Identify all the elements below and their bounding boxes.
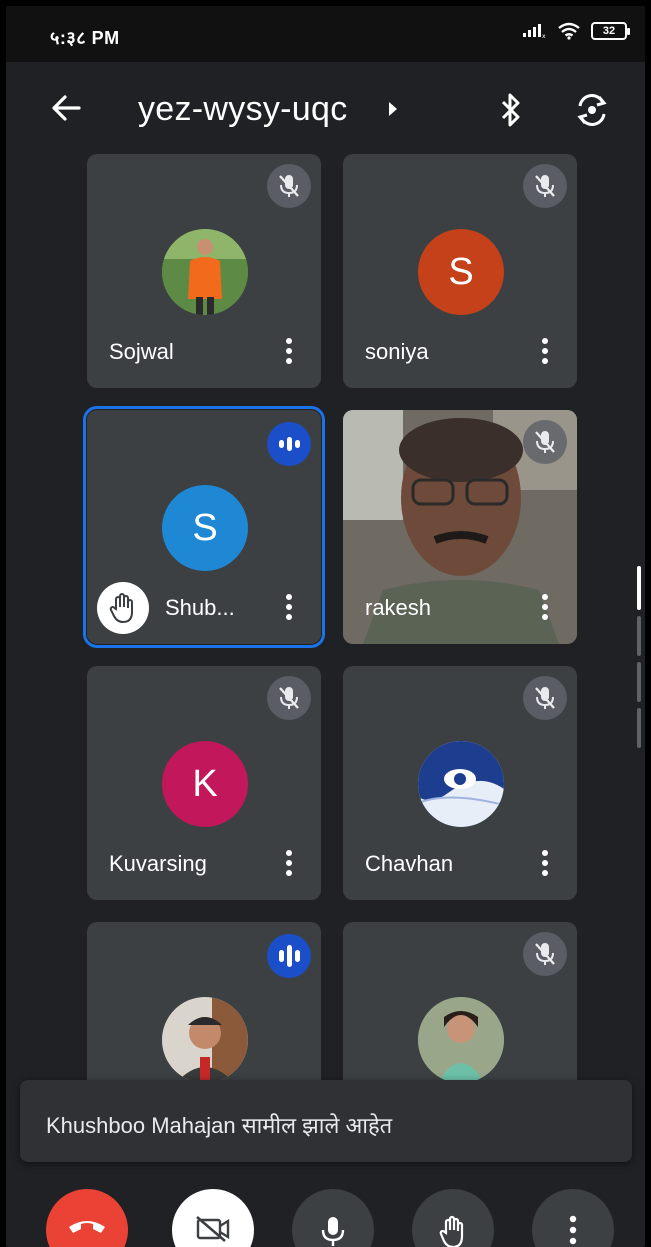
speaking-indicator-icon [267, 934, 311, 978]
mic-off-icon [535, 175, 555, 197]
avatar: K [162, 741, 248, 827]
mic-off-badge [523, 676, 567, 720]
participant-photo [418, 997, 504, 1083]
caret-right-icon[interactable] [389, 102, 397, 116]
meeting-code-title[interactable]: yez-wysy-uqc [138, 90, 348, 129]
switch-camera-icon [577, 94, 607, 126]
mic-off-badge [523, 932, 567, 976]
avatar-letter: S [448, 250, 474, 293]
raised-hand-icon [439, 1215, 464, 1247]
more-options-button[interactable] [532, 1189, 614, 1247]
raised-hand-badge [97, 582, 149, 634]
status-icons: x 32 [523, 22, 630, 40]
scrollbar-thumb[interactable] [637, 566, 641, 610]
status-bar: ५:३८ PM x 32 [6, 6, 645, 62]
battery-level: 32 [602, 25, 616, 37]
avatar [162, 229, 248, 315]
avatar [418, 997, 504, 1083]
more-vert-icon [569, 1215, 577, 1245]
bluetooth-audio-button[interactable] [496, 90, 526, 130]
mic-off-icon [535, 687, 555, 709]
participant-tile-active[interactable]: S Shub... [83, 406, 325, 648]
participant-name: Kuvarsing [109, 851, 207, 876]
scrollbar-segment [637, 708, 641, 748]
more-options-button[interactable] [537, 846, 553, 880]
participant-name: Shub... [165, 595, 235, 620]
raise-hand-button[interactable] [412, 1189, 494, 1247]
participant-name: rakesh [365, 595, 432, 620]
mic-off-icon [279, 687, 299, 709]
mic-off-badge [523, 420, 567, 464]
meeting-header: yez-wysy-uqc [6, 62, 645, 154]
battery-icon: 32 [591, 22, 630, 40]
meet-screen: ५:३८ PM x 32 yez-wysy-uqc Sojwal S soniy… [6, 6, 645, 1247]
bluetooth-icon [501, 93, 520, 127]
avatar [418, 741, 504, 827]
mic-off-icon [535, 431, 555, 453]
camera-off-icon [196, 1216, 230, 1242]
microphone-icon [321, 1217, 345, 1246]
mic-off-badge [267, 164, 311, 208]
participant-photo [162, 229, 248, 315]
mic-off-icon [535, 943, 555, 965]
avatar-letter: K [192, 762, 218, 805]
speaking-indicator-icon [267, 422, 311, 466]
svg-text:x: x [542, 33, 546, 39]
more-options-button[interactable] [281, 846, 297, 880]
participant-tile[interactable]: Chavhan [343, 666, 577, 900]
avatar: S [418, 229, 504, 315]
switch-camera-button[interactable] [572, 90, 612, 130]
avatar: S [162, 485, 248, 571]
more-options-button[interactable] [537, 590, 553, 624]
toast-message: Khushboo Mahajan सामील झाले आहेत [46, 1113, 393, 1138]
participant-name: Chavhan [365, 851, 454, 876]
participant-tile-video[interactable]: rakesh [343, 410, 577, 644]
hang-up-icon [69, 1221, 105, 1233]
eye-logo-image [418, 741, 504, 827]
participant-tile[interactable]: Sojwal [87, 154, 321, 388]
participant-tile[interactable]: K Kuvarsing [87, 666, 321, 900]
participant-name: Sojwal [109, 339, 174, 364]
scrollbar-segment [637, 616, 641, 656]
mic-off-icon [279, 175, 299, 197]
camera-toggle-button[interactable] [172, 1189, 254, 1247]
microphone-button[interactable] [292, 1189, 374, 1247]
mic-off-badge [267, 676, 311, 720]
more-options-button[interactable] [537, 334, 553, 368]
wifi-icon [558, 22, 580, 40]
arrow-left-icon [52, 95, 81, 121]
participant-name: soniya [365, 339, 429, 364]
more-options-button[interactable] [281, 334, 297, 368]
scrollbar-segment [637, 662, 641, 702]
avatar [162, 997, 248, 1083]
participant-photo [162, 997, 248, 1083]
more-options-button[interactable] [281, 590, 297, 624]
participant-tile[interactable]: S soniya [343, 154, 577, 388]
join-notification-toast: Khushboo Mahajan सामील झाले आहेत [20, 1080, 632, 1162]
avatar-letter: S [192, 506, 218, 549]
status-time: ५:३८ PM [50, 28, 120, 48]
mic-off-badge [523, 164, 567, 208]
signal-icon: x [523, 24, 546, 39]
raised-hand-icon [109, 593, 133, 624]
back-button[interactable] [48, 90, 84, 126]
end-call-button[interactable] [46, 1189, 128, 1247]
